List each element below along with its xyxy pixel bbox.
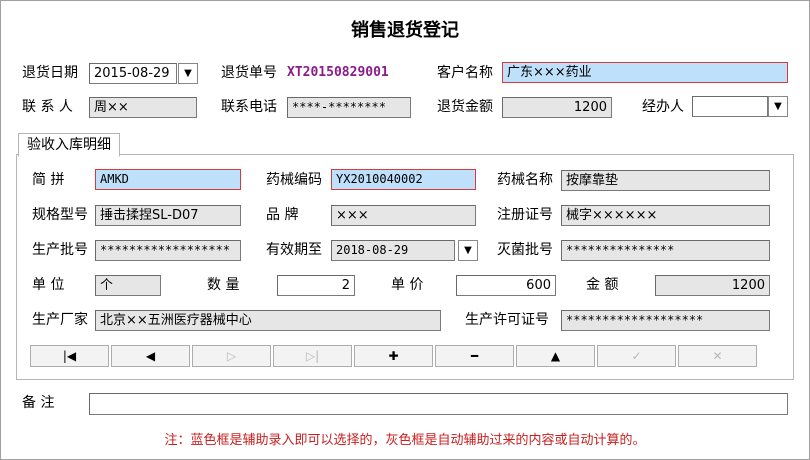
first-record-icon: |◀ (62, 349, 77, 363)
brand-label: 品 牌 (266, 207, 299, 223)
name-field: 按摩靠垫 (561, 170, 770, 191)
delete-record-icon: ━ (470, 349, 479, 363)
unit-label: 单 位 (32, 277, 65, 293)
name-label: 药械名称 (497, 172, 553, 188)
batch-field[interactable]: ****************** (95, 240, 241, 261)
first-record-button[interactable]: |◀ (30, 345, 109, 367)
maker-field: 北京××五洲医疗器械中心 (95, 310, 441, 331)
unit-field: 个 (95, 275, 161, 296)
steril-field[interactable]: *************** (561, 240, 770, 261)
steril-label: 灭菌批号 (497, 242, 553, 258)
qty-label: 数 量 (207, 277, 240, 293)
expiry-dropdown-icon[interactable]: ▼ (458, 240, 478, 261)
edit-record-button[interactable]: ▲ (516, 345, 595, 367)
last-record-button[interactable]: ▷| (273, 345, 352, 367)
return-date-field[interactable]: 2015-08-29 (89, 63, 177, 84)
return-no-label: 退货单号 (221, 65, 277, 81)
return-date-dropdown-icon[interactable]: ▼ (178, 63, 198, 84)
add-record-icon: ✚ (388, 349, 399, 363)
handler-dropdown-icon[interactable]: ▼ (768, 96, 788, 117)
batch-label: 生产批号 (32, 242, 88, 258)
help-note: 注：蓝色框是辅助录入即可以选择的，灰色框是自动辅助过来的内容或自动计算的。 (164, 433, 646, 448)
cancel-record-icon: ✕ (712, 349, 723, 363)
remark-label: 备 注 (22, 395, 55, 411)
price-field[interactable]: 600 (456, 275, 556, 296)
line-amount-label: 金 额 (586, 277, 619, 293)
customer-field[interactable]: 广东×××药业 (502, 62, 788, 83)
amount-field: 1200 (502, 97, 612, 118)
customer-label: 客户名称 (437, 65, 493, 81)
line-amount-field: 1200 (655, 275, 770, 296)
confirm-record-icon: ✓ (631, 349, 642, 363)
handler-label: 经办人 (642, 99, 684, 115)
reg-field: 械字×××××× (561, 205, 770, 226)
handler-select[interactable] (692, 96, 768, 117)
tab-receipt-detail[interactable]: 验收入库明细 (18, 133, 120, 157)
return-date-label: 退货日期 (22, 65, 78, 81)
brand-field: ××× (331, 205, 476, 226)
expiry-field[interactable]: 2018-08-29 (331, 240, 455, 261)
code-label: 药械编码 (266, 172, 322, 188)
contact-field[interactable]: 周×× (89, 97, 197, 118)
add-record-button[interactable]: ✚ (354, 345, 433, 367)
page-title: 销售退货登记 (351, 20, 459, 41)
maker-label: 生产厂家 (32, 312, 88, 328)
phone-label: 联系电话 (221, 99, 277, 115)
contact-label: 联 系 人 (22, 99, 73, 115)
reg-label: 注册证号 (497, 207, 553, 223)
license-label: 生产许可证号 (465, 312, 549, 328)
prev-record-icon: ◀ (145, 349, 156, 363)
spec-label: 规格型号 (32, 207, 88, 223)
confirm-record-button[interactable]: ✓ (597, 345, 676, 367)
next-record-icon: ▷ (226, 349, 237, 363)
delete-record-button[interactable]: ━ (435, 345, 514, 367)
last-record-icon: ▷| (305, 349, 320, 363)
amount-label: 退货金额 (437, 99, 493, 115)
expiry-label: 有效期至 (266, 242, 322, 258)
return-no-value: XT20150829001 (287, 65, 389, 80)
prev-record-button[interactable]: ◀ (111, 345, 190, 367)
license-field: ******************* (561, 310, 770, 331)
pinyin-label: 简 拼 (32, 172, 65, 188)
spec-field: 捶击揉捏SL-D07 (95, 205, 241, 226)
phone-field[interactable]: ****-******** (287, 97, 411, 118)
pinyin-field[interactable]: AMKD (95, 169, 241, 190)
code-field[interactable]: YX2010040002 (331, 169, 476, 190)
remark-field[interactable] (89, 393, 788, 415)
next-record-button[interactable]: ▷ (192, 345, 271, 367)
qty-field[interactable]: 2 (277, 275, 355, 296)
price-label: 单 价 (391, 277, 424, 293)
cancel-record-button[interactable]: ✕ (678, 345, 757, 367)
edit-record-icon: ▲ (550, 349, 561, 363)
